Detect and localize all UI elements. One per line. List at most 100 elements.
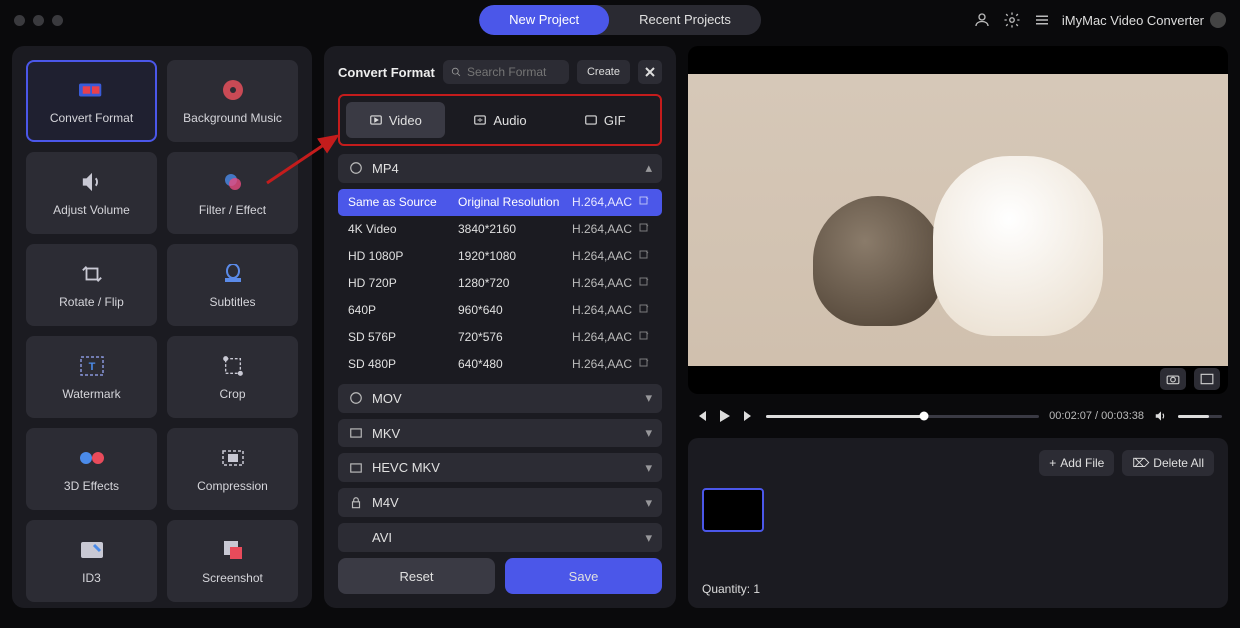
create-button[interactable]: Create (577, 60, 630, 84)
volume-slider[interactable] (1178, 415, 1222, 418)
preset-row[interactable]: 640P 960*640 H.264,AAC (338, 297, 662, 324)
format-type-tabs-highlight: Video Audio GIF (338, 94, 662, 146)
format-section-mov[interactable]: MOV ▾ (338, 384, 662, 413)
tab-recent-projects[interactable]: Recent Projects (609, 5, 761, 35)
preset-resolution: 960*640 (458, 303, 572, 317)
minimize-window-icon[interactable] (33, 15, 44, 26)
volume-button[interactable] (1154, 409, 1168, 423)
format-section-mp4[interactable]: MP4 ▴ (338, 154, 662, 183)
preset-name: SD 480P (348, 357, 458, 371)
close-panel-button[interactable] (638, 60, 662, 84)
preset-row[interactable]: SD 480P 640*480 H.264,AAC (338, 351, 662, 378)
tool-filter-effect[interactable]: Filter / Effect (167, 152, 298, 234)
tool-adjust-volume[interactable]: Adjust Volume (26, 152, 157, 234)
plus-icon: + (1049, 456, 1056, 470)
tool-convert-format[interactable]: Convert Format (26, 60, 157, 142)
chevron-down-icon: ▾ (645, 425, 652, 441)
edit-preset-icon[interactable] (638, 276, 652, 290)
delete-all-button[interactable]: ⌦Delete All (1122, 450, 1214, 476)
tool-label: Crop (219, 387, 245, 401)
search-icon (451, 66, 461, 78)
preset-name: 640P (348, 303, 458, 317)
app-name: iMyMac Video Converter (1062, 12, 1226, 28)
project-tabs: New Project Recent Projects (479, 5, 761, 35)
prev-button[interactable] (694, 409, 708, 423)
type-tab-gif[interactable]: GIF (555, 102, 654, 138)
tool-3d-effects[interactable]: 3D Effects (26, 428, 157, 510)
reset-button[interactable]: Reset (338, 558, 495, 594)
edit-preset-icon[interactable] (638, 303, 652, 317)
volume-icon (79, 169, 105, 195)
chevron-down-icon: ▾ (645, 390, 652, 406)
container-icon (348, 530, 364, 546)
fullscreen-button[interactable] (1194, 368, 1220, 390)
container-icon (348, 425, 364, 441)
settings-icon[interactable] (1002, 10, 1022, 30)
edit-preset-icon[interactable] (638, 195, 652, 209)
music-icon (220, 77, 246, 103)
edit-preset-icon[interactable] (638, 249, 652, 263)
progress-bar[interactable] (766, 415, 1039, 418)
format-section-hevc-mkv[interactable]: HEVC MKV ▾ (338, 453, 662, 482)
play-button[interactable] (718, 409, 732, 423)
format-section-mkv[interactable]: MKV ▾ (338, 419, 662, 448)
tool-label: Filter / Effect (199, 203, 266, 217)
add-file-button[interactable]: +Add File (1039, 450, 1114, 476)
tool-crop[interactable]: Crop (167, 336, 298, 418)
snapshot-button[interactable] (1160, 368, 1186, 390)
preset-row[interactable]: SD 576P 720*576 H.264,AAC (338, 324, 662, 351)
preset-row[interactable]: HD 1080P 1920*1080 H.264,AAC (338, 243, 662, 270)
tool-label: Convert Format (50, 111, 133, 125)
search-input[interactable] (467, 65, 561, 79)
compress-icon (220, 445, 246, 471)
preset-resolution: 3840*2160 (458, 222, 572, 236)
save-button[interactable]: Save (505, 558, 662, 594)
edit-preset-icon[interactable] (638, 330, 652, 344)
preset-row[interactable]: 4K Video 3840*2160 H.264,AAC (338, 216, 662, 243)
type-tab-video[interactable]: Video (346, 102, 445, 138)
tool-rotate-flip[interactable]: Rotate / Flip (26, 244, 157, 326)
preset-resolution: 640*480 (458, 357, 572, 371)
account-icon[interactable] (972, 10, 992, 30)
preset-codec: H.264,AAC (572, 303, 632, 317)
tool-compression[interactable]: Compression (167, 428, 298, 510)
format-section-m4v[interactable]: M4V ▾ (338, 488, 662, 517)
format-section-avi[interactable]: AVI ▾ (338, 523, 662, 552)
edit-preset-icon[interactable] (638, 222, 652, 236)
watermark-icon: T (79, 353, 105, 379)
preset-codec: H.264,AAC (572, 276, 632, 290)
queue-thumbnail[interactable] (702, 488, 764, 532)
tab-new-project[interactable]: New Project (479, 5, 609, 35)
format-section-label: M4V (372, 495, 399, 510)
type-tab-audio[interactable]: Audio (451, 102, 550, 138)
tool-label: Screenshot (202, 571, 263, 585)
tool-label: Adjust Volume (53, 203, 130, 217)
edit-preset-icon[interactable] (638, 357, 652, 371)
format-section-label: MP4 (372, 161, 399, 176)
close-window-icon[interactable] (14, 15, 25, 26)
tool-id3[interactable]: ID3 (26, 520, 157, 602)
video-icon (369, 113, 383, 127)
tool-subtitles[interactable]: Subtitles (167, 244, 298, 326)
preset-codec: H.264,AAC (572, 222, 632, 236)
preset-row[interactable]: Same as Source Original Resolution H.264… (338, 189, 662, 216)
menu-icon[interactable] (1032, 10, 1052, 30)
format-section-label: HEVC MKV (372, 460, 440, 475)
next-button[interactable] (742, 409, 756, 423)
progress-thumb[interactable] (920, 412, 929, 421)
maximize-window-icon[interactable] (52, 15, 63, 26)
tool-background-music[interactable]: Background Music (167, 60, 298, 142)
tool-screenshot[interactable]: Screenshot (167, 520, 298, 602)
preset-row[interactable]: HD 720P 1280*720 H.264,AAC (338, 270, 662, 297)
tool-label: Compression (197, 479, 268, 493)
search-format[interactable] (443, 60, 569, 84)
audio-icon (473, 113, 487, 127)
tool-watermark[interactable]: T Watermark (26, 336, 157, 418)
preset-name: HD 720P (348, 276, 458, 290)
id3-icon (79, 537, 105, 563)
chevron-up-icon: ▴ (645, 160, 652, 176)
tool-label: Watermark (62, 387, 120, 401)
video-preview (688, 46, 1228, 394)
tool-sidebar: Convert Format Background Music Adjust V… (12, 46, 312, 608)
preset-resolution: 720*576 (458, 330, 572, 344)
